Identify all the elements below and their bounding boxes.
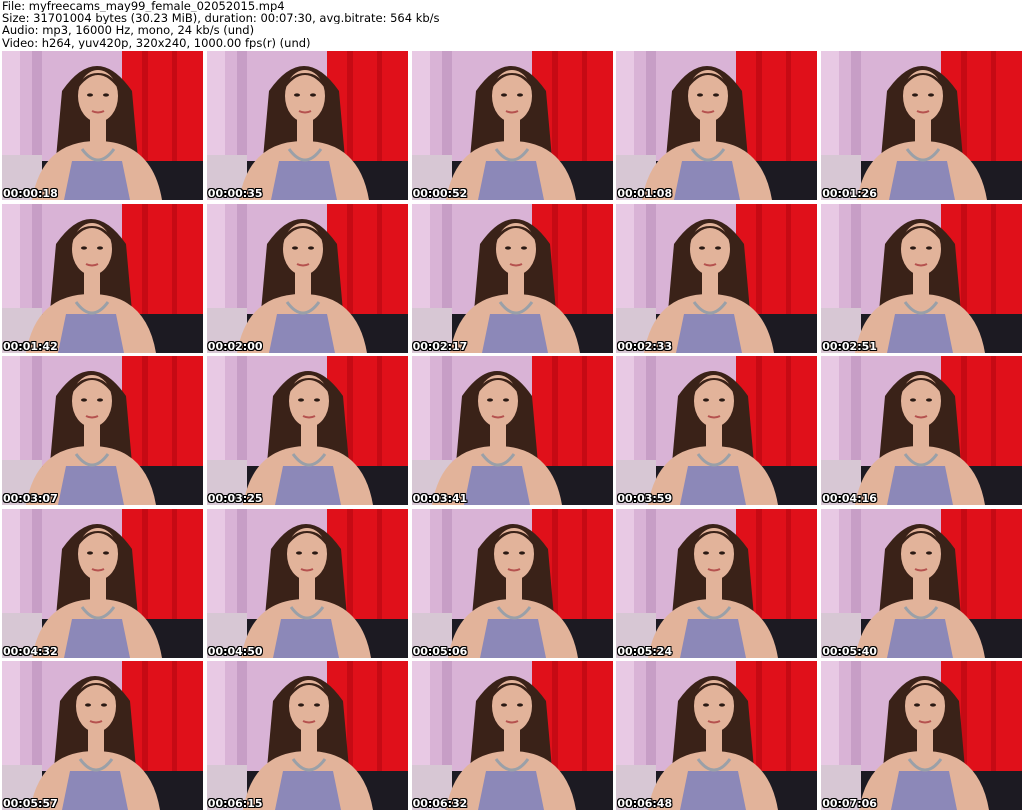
thumbnail-frame <box>206 508 408 658</box>
thumbnail-timestamp: 00:04:16 <box>822 492 877 505</box>
thumbnail-timestamp: 00:00:35 <box>207 187 263 200</box>
video-thumbnail: 00:02:00 <box>206 203 408 353</box>
thumbnail-frame <box>821 508 1023 658</box>
thumbnail-frame <box>2 661 203 810</box>
audio-info-line: Audio: mp3, 16000 Hz, mono, 24 kb/s (und… <box>2 24 255 37</box>
thumbnail-frame <box>616 203 818 353</box>
thumbnail-timestamp: 00:03:59 <box>617 492 673 505</box>
thumbnail-timestamp: 00:05:57 <box>3 797 58 810</box>
thumbnail-frame <box>616 661 818 810</box>
video-thumbnail: 00:03:25 <box>206 356 408 505</box>
video-thumbnail: 00:04:16 <box>821 356 1023 505</box>
video-thumbnail: 00:01:42 <box>2 203 203 353</box>
thumbnail-timestamp: 00:03:25 <box>207 492 263 505</box>
video-thumbnail: 00:04:32 <box>2 508 203 658</box>
thumbnail-timestamp: 00:06:32 <box>412 797 468 810</box>
video-thumbnail: 00:02:17 <box>411 203 613 353</box>
thumbnail-timestamp: 00:00:18 <box>3 187 58 200</box>
video-thumbnail: 00:06:32 <box>411 661 613 810</box>
video-thumbnail: 00:07:06 <box>821 661 1023 810</box>
video-thumbnail: 00:01:26 <box>821 51 1023 200</box>
thumbnail-frame <box>206 356 408 505</box>
file-info-header: File: myfreecams_may99_female_02052015.m… <box>2 0 1022 50</box>
thumbnail-timestamp: 00:02:33 <box>617 339 673 353</box>
thumbnail-frame <box>616 508 818 658</box>
thumbnail-frame <box>821 51 1023 200</box>
thumbnail-timestamp: 00:03:07 <box>3 492 58 505</box>
thumbnail-timestamp: 00:01:08 <box>617 187 673 200</box>
thumbnail-timestamp: 00:04:50 <box>207 644 263 658</box>
thumbnail-timestamp: 00:06:48 <box>617 797 673 810</box>
video-thumbnail: 00:01:08 <box>616 51 818 200</box>
thumbnail-timestamp: 00:00:52 <box>412 187 468 200</box>
video-thumbnail: 00:04:50 <box>206 508 408 658</box>
video-thumbnail: 00:00:52 <box>411 51 613 200</box>
thumbnail-timestamp: 00:02:00 <box>207 339 263 353</box>
video-thumbnail: 00:05:40 <box>821 508 1023 658</box>
thumbnail-timestamp: 00:07:06 <box>822 797 877 810</box>
thumbnail-grid: 00:00:18 00:00:35 00:00:52 00:01:08 00:01:26… <box>2 51 1023 810</box>
video-thumbnail: 00:03:59 <box>616 356 818 505</box>
thumbnail-frame <box>821 661 1023 810</box>
thumbnail-frame <box>2 508 203 658</box>
thumbnail-timestamp: 00:01:42 <box>3 339 58 353</box>
thumbnail-frame <box>411 661 613 810</box>
thumbnail-frame <box>206 203 408 353</box>
video-thumbnail: 00:06:15 <box>206 661 408 810</box>
thumbnail-frame <box>411 51 613 200</box>
thumbnail-timestamp: 00:02:51 <box>822 339 877 353</box>
video-thumbnail: 00:05:06 <box>411 508 613 658</box>
video-thumbnail: 00:03:41 <box>411 356 613 505</box>
thumbnail-frame <box>411 356 613 505</box>
thumbnail-timestamp: 00:05:06 <box>412 644 468 658</box>
thumbnail-frame <box>2 51 203 200</box>
video-thumbnail: 00:06:48 <box>616 661 818 810</box>
thumbnail-timestamp: 00:03:41 <box>412 492 468 505</box>
thumbnail-timestamp: 00:01:26 <box>822 187 877 200</box>
video-info-line: Video: h264, yuv420p, 320x240, 1000.00 f… <box>2 36 311 49</box>
video-thumbnail: 00:05:57 <box>2 661 203 810</box>
video-thumbnail: 00:05:24 <box>616 508 818 658</box>
thumbnail-timestamp: 00:06:15 <box>207 797 263 810</box>
thumbnail-frame <box>616 356 818 505</box>
video-thumbnail: 00:00:35 <box>206 51 408 200</box>
file-size-line: Size: 31701004 bytes (30.23 MiB), durati… <box>2 12 440 25</box>
thumbnail-timestamp: 00:04:32 <box>3 644 58 658</box>
video-thumbnail: 00:02:33 <box>616 203 818 353</box>
thumbnail-frame <box>206 661 408 810</box>
file-name-line: File: myfreecams_may99_female_02052015.m… <box>2 0 285 13</box>
thumbnail-frame <box>2 203 203 353</box>
thumbnail-frame <box>411 203 613 353</box>
thumbnail-frame <box>616 51 818 200</box>
thumbnail-timestamp: 00:05:24 <box>617 644 673 658</box>
video-thumbnail: 00:02:51 <box>821 203 1023 353</box>
thumbnail-frame <box>2 356 203 505</box>
thumbnail-frame <box>411 508 613 658</box>
thumbnail-timestamp: 00:05:40 <box>822 644 877 658</box>
thumbnail-frame <box>821 356 1023 505</box>
thumbnail-frame <box>821 203 1023 353</box>
video-thumbnail: 00:03:07 <box>2 356 203 505</box>
thumbnail-frame <box>206 51 408 200</box>
video-thumbnail: 00:00:18 <box>2 51 203 200</box>
thumbnail-timestamp: 00:02:17 <box>412 339 468 353</box>
